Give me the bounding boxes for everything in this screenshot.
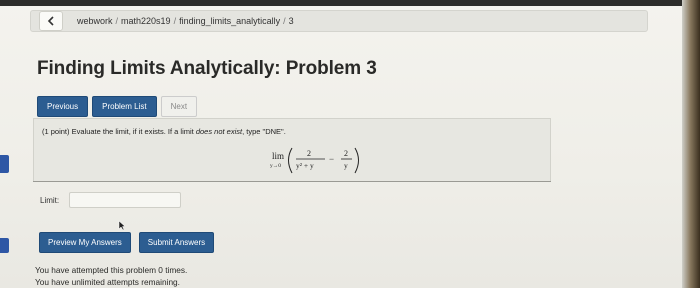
breadcrumb-course[interactable]: math220s19 bbox=[121, 16, 171, 26]
chevron-left-icon bbox=[47, 16, 54, 26]
attempts-remaining: You have unlimited attempts remaining. bbox=[35, 277, 180, 287]
problem-instruction-end: , type "DNE". bbox=[242, 127, 286, 136]
screen-edge bbox=[682, 0, 700, 288]
fraction1-numerator: 2 bbox=[307, 149, 311, 158]
left-edge-marker bbox=[0, 155, 9, 173]
limit-answer-input[interactable] bbox=[69, 192, 182, 208]
fraction1-denominator: y² + y bbox=[296, 161, 314, 170]
webwork-page: webwork / math220s19/finding_limits_analyt… bbox=[0, 0, 700, 288]
limit-expression: lim y→0 2 y² + y − 2 y bbox=[270, 147, 359, 174]
left-edge-marker bbox=[0, 238, 9, 253]
next-button[interactable]: Next bbox=[160, 96, 198, 117]
back-button[interactable] bbox=[39, 11, 63, 31]
left-paren bbox=[288, 147, 293, 174]
answer-row: Limit: bbox=[40, 192, 182, 208]
preview-answers-button[interactable]: Preview My Answers bbox=[39, 232, 131, 253]
lim-subscript: y→0 bbox=[270, 163, 281, 169]
lim-text: lim bbox=[272, 151, 284, 161]
problem-divider bbox=[33, 181, 551, 182]
mouse-pointer-icon bbox=[118, 220, 126, 231]
breadcrumb-problem: 3 bbox=[288, 16, 294, 26]
problem-nav: Previous Problem List Next bbox=[37, 96, 198, 117]
problem-statement: (1 point) Evaluate the limit, if it exis… bbox=[42, 127, 286, 136]
page-title: Finding Limits Analytically: Problem 3 bbox=[37, 58, 377, 79]
right-paren bbox=[354, 147, 359, 174]
problem-instruction-italic: does not exist bbox=[195, 127, 243, 136]
minus-sign: − bbox=[329, 154, 334, 164]
problem-box: (1 point) Evaluate the limit, if it exis… bbox=[33, 118, 551, 182]
problem-list-button[interactable]: Problem List bbox=[92, 96, 157, 117]
breadcrumb-set[interactable]: finding_limits_analytically bbox=[179, 16, 280, 26]
attempt-status: You have attempted this problem 0 times.… bbox=[35, 264, 187, 288]
problem-instruction-start: Evaluate the limit, if it exists. If a l… bbox=[71, 127, 196, 136]
submit-answers-button[interactable]: Submit Answers bbox=[138, 232, 215, 253]
breadcrumb-webwork[interactable]: webwork bbox=[77, 16, 113, 26]
breadcrumb-separator: / bbox=[283, 16, 286, 26]
answer-label: Limit: bbox=[40, 195, 60, 205]
fraction2-numerator: 2 bbox=[344, 149, 348, 158]
breadcrumb-separator: / bbox=[115, 16, 119, 26]
breadcrumb-bar: webwork / math220s19/finding_limits_analyt… bbox=[30, 10, 648, 32]
previous-button[interactable]: Previous bbox=[37, 96, 89, 117]
attempts-made: You have attempted this problem 0 times. bbox=[35, 265, 188, 275]
breadcrumb-separator: / bbox=[173, 16, 177, 26]
action-buttons: Preview My Answers Submit Answers bbox=[39, 232, 215, 253]
problem-points: (1 point) bbox=[42, 127, 70, 136]
fraction2-denominator: y bbox=[344, 161, 348, 170]
breadcrumb: webwork / math220s19/finding_limits_analyt… bbox=[77, 16, 294, 26]
window-top-bar bbox=[0, 0, 700, 6]
